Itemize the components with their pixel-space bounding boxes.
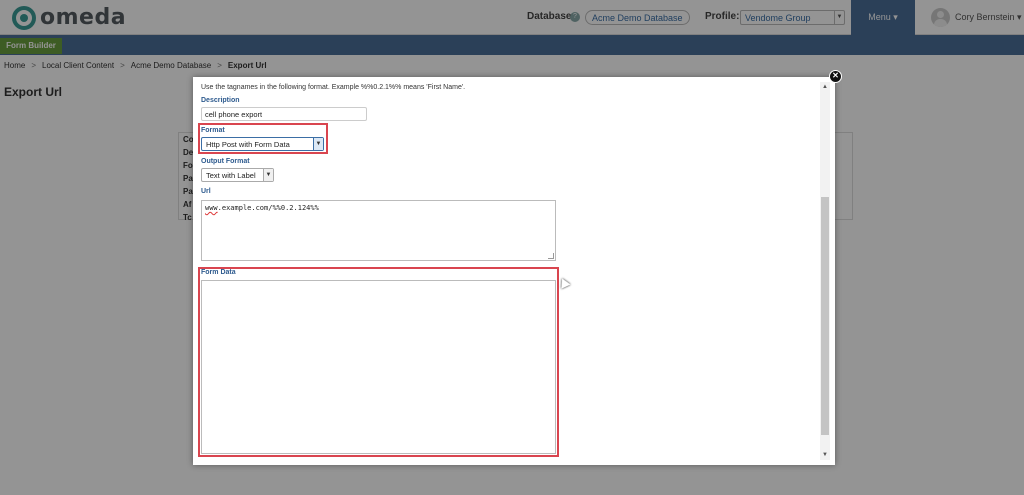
format-label: Format — [201, 127, 225, 134]
tagname-help-text: Use the tagnames in the following format… — [201, 84, 466, 91]
format-select[interactable]: Http Post with Form Data ▼ — [201, 137, 324, 151]
url-textarea[interactable]: www.example.com/%%0.2.124%% — [201, 200, 556, 261]
modal-scrollbar[interactable]: ▲ ▼ — [820, 82, 830, 460]
output-format-value: Text with Label — [206, 171, 256, 180]
scrollbar-thumb[interactable] — [821, 197, 829, 435]
resize-handle[interactable] — [548, 253, 554, 259]
description-input[interactable]: cell phone export — [201, 107, 367, 121]
close-icon[interactable]: ✕ — [829, 70, 842, 83]
form-data-label: Form Data — [201, 269, 236, 276]
scroll-down-icon[interactable]: ▼ — [820, 450, 830, 460]
chevron-down-icon: ▼ — [263, 169, 273, 181]
description-label: Description — [201, 97, 240, 104]
scroll-up-icon[interactable]: ▲ — [820, 82, 830, 92]
output-format-label: Output Format — [201, 158, 250, 165]
output-format-select[interactable]: Text with Label ▼ — [201, 168, 274, 182]
chevron-down-icon: ▼ — [313, 138, 323, 150]
export-url-modal: Use the tagnames in the following format… — [193, 77, 835, 465]
url-label: Url — [201, 188, 211, 195]
format-value: Http Post with Form Data — [206, 140, 290, 149]
url-value-prefix: www — [205, 204, 218, 212]
url-value-rest: .example.com/%%0.2.124%% — [217, 204, 319, 212]
form-data-textarea[interactable] — [201, 280, 556, 454]
